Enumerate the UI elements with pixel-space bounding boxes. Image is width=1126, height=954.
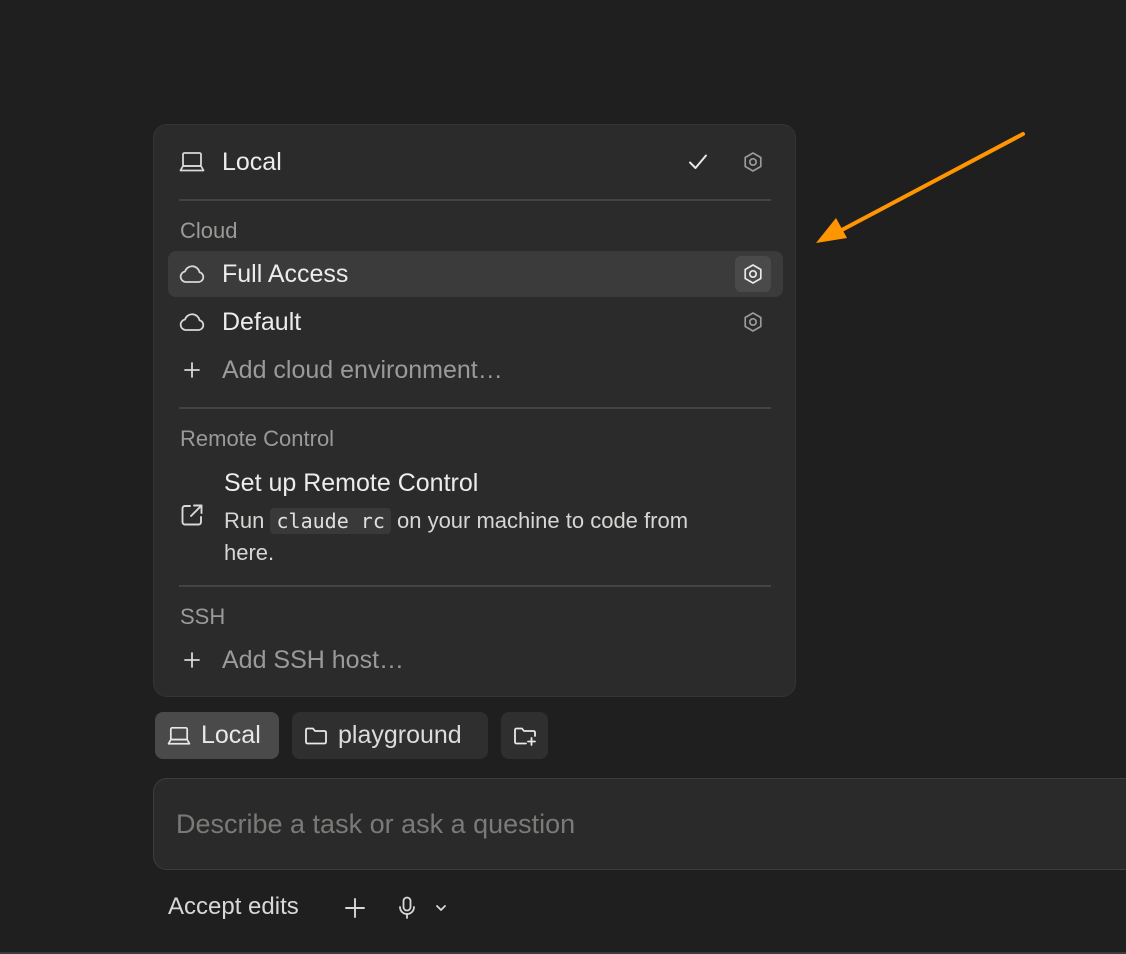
add-attachment-button[interactable] [343,894,367,922]
env-item-label: Default [222,307,302,336]
env-item-label: Full Access [222,259,349,288]
add-ssh-host-label: Add SSH host… [222,645,405,674]
gear-icon [744,152,762,172]
external-link-icon [178,501,206,529]
folder-chip-label: playground [338,721,462,749]
environment-menu: Local Cloud Full Access Default Add clou… [153,124,796,697]
add-cloud-environment-label: Add cloud environment… [222,355,503,384]
remote-control-title: Set up Remote Control [224,469,479,497]
gear-icon [744,312,762,332]
plus-icon [345,898,365,918]
folder-icon [304,726,328,746]
env-settings-local-button[interactable] [735,144,771,180]
menu-divider [179,585,771,587]
section-label-cloud: Cloud [180,218,238,243]
cloud-icon [178,260,206,288]
task-input[interactable] [174,801,1078,847]
add-ssh-host-button[interactable]: Add SSH host… [168,637,783,683]
environment-chip-label: Local [201,721,261,749]
env-settings-full-access-button[interactable] [735,256,771,292]
microphone-button[interactable] [396,894,418,922]
add-cloud-environment-button[interactable]: Add cloud environment… [168,347,783,393]
env-settings-default-button[interactable] [735,304,771,340]
env-item-local[interactable]: Local [168,139,783,185]
remote-command-code: claude rc [270,508,391,534]
menu-divider [179,199,771,201]
folder-plus-icon [513,726,537,746]
menu-divider [179,407,771,409]
folder-chip[interactable]: playground [292,712,488,759]
laptop-icon [178,148,206,176]
remote-control-description: Run claude rc on your machine to code fr… [224,505,724,568]
env-item-label: Local [222,147,282,176]
accept-edits-button[interactable]: Accept edits [168,893,299,921]
setup-remote-control-item[interactable]: Set up Remote Control Run claude rc on y… [168,465,783,569]
plus-icon [178,646,206,674]
chevron-down-icon [436,905,446,911]
section-label-ssh: SSH [180,604,226,629]
environment-chip[interactable]: Local [155,712,279,759]
add-folder-button[interactable] [501,712,548,759]
env-item-full-access[interactable]: Full Access [168,251,783,297]
microphone-icon [399,896,415,919]
voice-options-dropdown[interactable] [433,894,449,922]
env-item-default[interactable]: Default [168,299,783,345]
section-label-remote-control: Remote Control [180,426,335,451]
checkmark-icon [687,151,709,173]
gear-icon [744,264,762,284]
plus-icon [178,356,206,384]
remote-desc-before: Run [224,508,265,533]
laptop-icon [167,726,191,746]
cloud-icon [178,308,206,336]
task-input-container [153,778,1126,870]
